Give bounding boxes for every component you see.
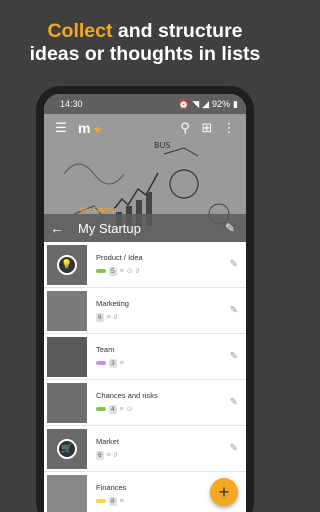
item-count: 3 [109,358,117,368]
add-icon: + [218,481,230,502]
search-icon[interactable]: ⚲ [174,117,196,139]
list-icon: ≡ [119,267,124,275]
app-logo: m ★ [78,120,102,136]
item-thumbnail [47,290,87,331]
promo-line1: and structure [112,20,243,42]
edit-icon[interactable]: ✎ [230,397,238,408]
item-title: Product / Idea [96,253,143,262]
app-toolbar: ☰ m ★ ⚲ ⊞ ⋮ [44,116,246,140]
wifi-icon: ◥ [192,98,200,109]
edit-icon[interactable]: ✎ [230,443,238,454]
color-tag [96,407,106,411]
attachment-icon: ∂ [113,451,118,459]
item-thumbnail [47,474,87,512]
item-count: 6 [96,450,104,460]
phone-frame: 14:30 ⏰ ◥ ◢ 92% ▮ BUS ☰ m ★ ⚲ ⊞ ⋮ My Sta… [36,86,254,512]
list-icon: ≡ [119,359,124,367]
title-bar: ← My Startup ✎ [44,214,246,242]
status-bar: 14:30 ⏰ ◥ ◢ 92% ▮ [44,94,246,114]
battery-percent: 92% [212,99,231,109]
hierarchy-icon[interactable]: ⊞ [196,117,218,139]
attachment-icon: ∂ [135,267,140,275]
list-item[interactable]: 🛒 Market 6 ≡ ∂ ✎ [44,426,246,472]
item-thumbnail: 🛒 [47,428,87,469]
color-tag [96,269,106,273]
list-icon: ≡ [119,497,124,505]
cart-icon: 🛒 [57,438,77,459]
list-item[interactable]: 💡 Product / Idea 5 ≡ ⊙ ∂ ✎ [44,242,246,288]
edit-icon[interactable]: ✎ [230,351,238,362]
alarm-icon: ⏰ [177,98,190,109]
status-time: 14:30 [60,99,83,109]
color-tag [96,499,106,503]
star-icon: ★ [92,124,103,136]
link-icon: ⊙ [126,406,133,413]
item-thumbnail [47,336,87,377]
list-item[interactable]: Chances and risks 4 ≡ ⊙ ✎ [44,380,246,426]
list-item[interactable]: Marketing 6 ≡ ∂ ✎ [44,288,246,334]
promo-highlight: Collect [47,20,113,42]
back-icon[interactable]: ← [50,220,70,236]
link-icon: ⊙ [126,268,133,275]
item-title: Marketing [96,299,129,308]
list-item[interactable]: Team 3 ≡ ✎ [44,334,246,380]
item-thumbnail [47,382,87,423]
item-title: Chances and risks [96,391,158,400]
item-title: Market [96,437,119,446]
color-tag [96,361,106,365]
item-count: 4 [109,404,117,414]
breadcrumb[interactable]: My Startup [80,205,116,214]
list-icon: ≡ [106,313,111,321]
attachment-icon: ∂ [113,313,118,321]
menu-icon[interactable]: ☰ [50,117,72,139]
edit-icon[interactable]: ✎ [230,259,238,270]
signal-icon: ◢ [202,98,210,109]
edit-icon[interactable]: ✎ [230,305,238,316]
list-icon: ≡ [119,405,124,413]
item-title: Team [96,345,115,354]
promo-headline: Collect and structure ideas or thoughts … [0,20,290,66]
idea-list: 💡 Product / Idea 5 ≡ ⊙ ∂ ✎ Marketing 6 ≡… [44,242,246,512]
add-button[interactable]: + [210,478,238,506]
lightbulb-icon: 💡 [57,254,77,275]
item-thumbnail: 💡 [47,244,87,285]
edit-icon[interactable]: ✎ [220,221,240,235]
item-count: 8 [109,496,117,506]
phone-screen: 14:30 ⏰ ◥ ◢ 92% ▮ BUS ☰ m ★ ⚲ ⊞ ⋮ My Sta… [44,94,246,512]
battery-icon: ▮ [233,98,238,109]
promo-line2: ideas or thoughts in lists [29,43,261,65]
page-title: My Startup [78,220,141,236]
logo-text: m [78,120,91,136]
item-count: 6 [96,312,104,322]
item-count: 5 [109,266,117,276]
more-icon[interactable]: ⋮ [218,117,240,139]
svg-text:BUS: BUS [154,141,170,150]
list-icon: ≡ [106,451,111,459]
